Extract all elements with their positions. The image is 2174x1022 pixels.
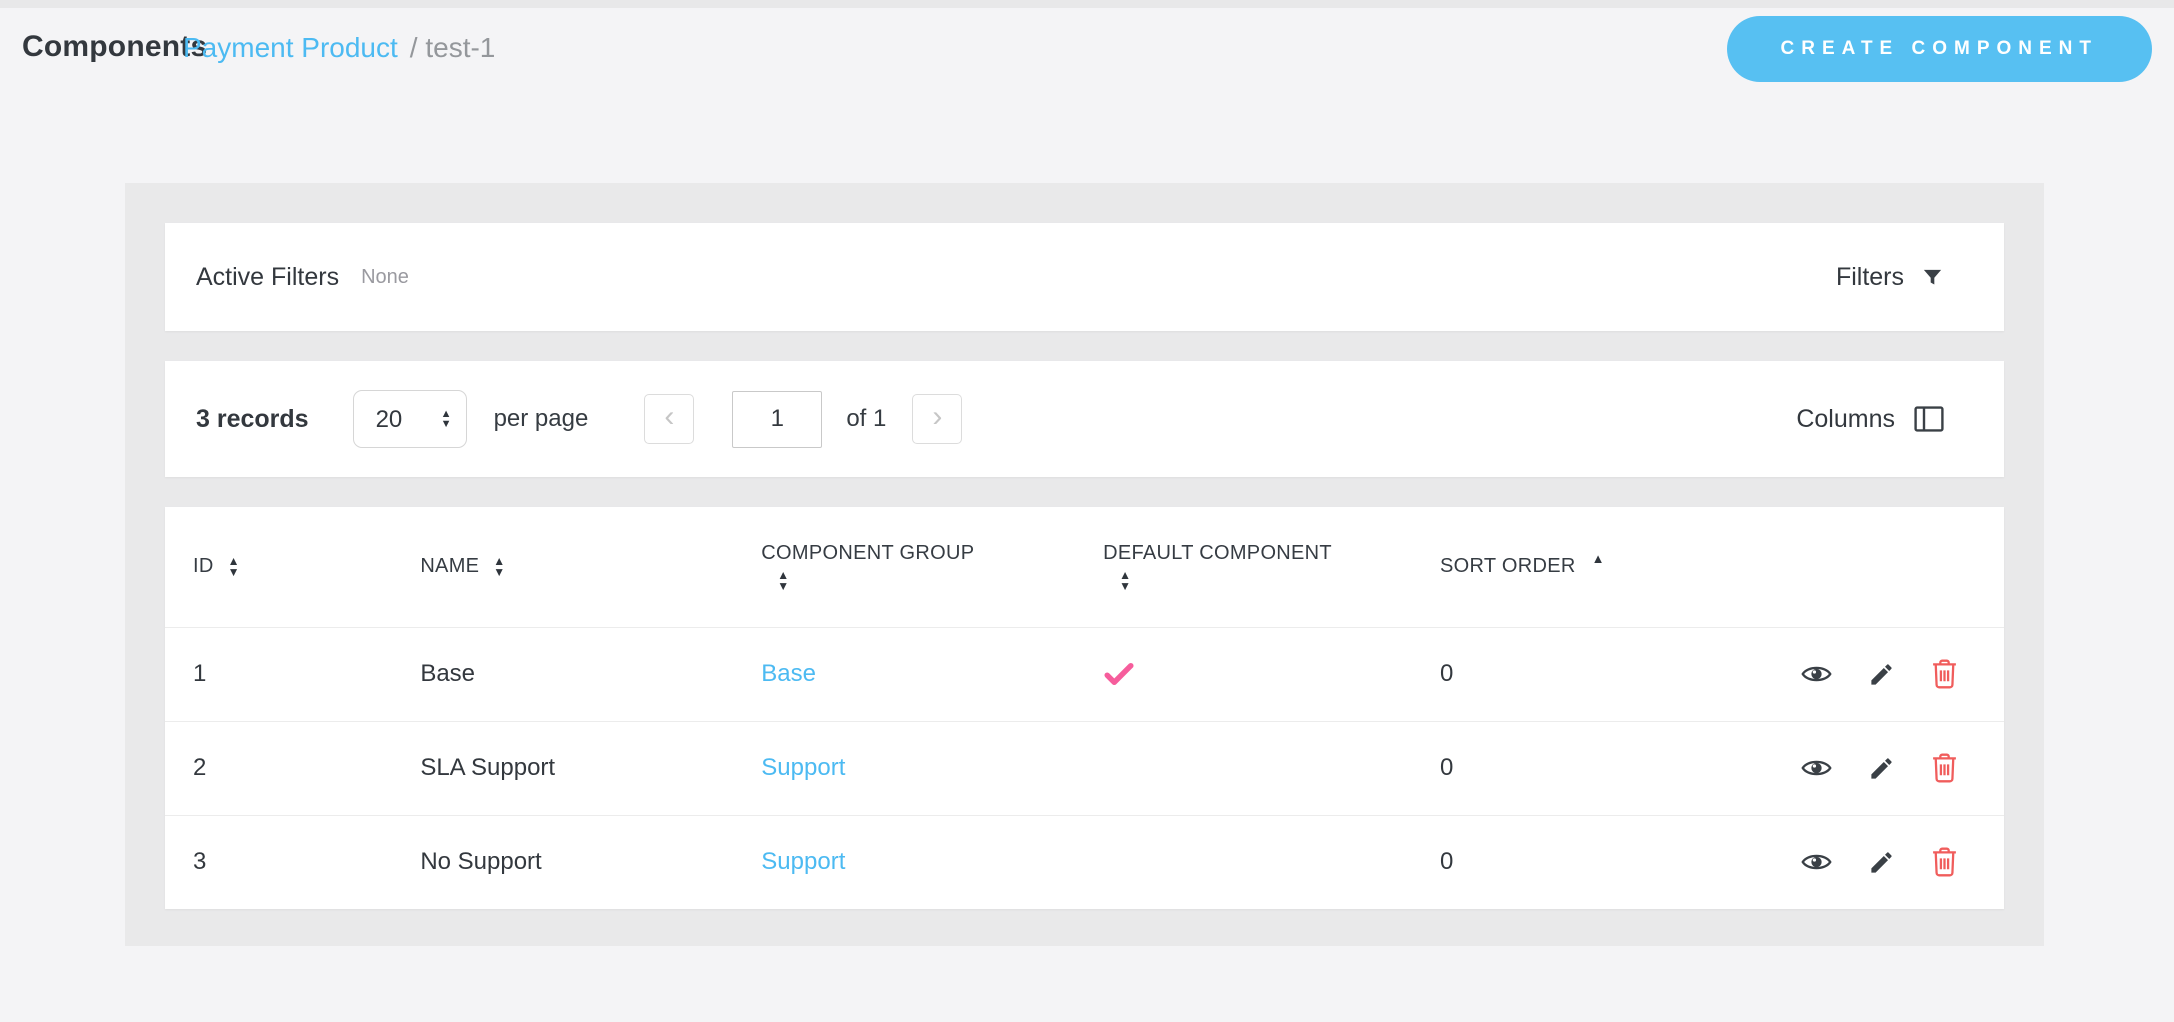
check-icon — [1103, 661, 1412, 687]
column-header-sort-order[interactable]: SORT ORDER▲ — [1412, 507, 1773, 627]
cell-name: Base — [392, 627, 733, 721]
per-page-label: per page — [494, 405, 589, 433]
page-title: Components — [22, 30, 207, 64]
sort-icon: ▲▼ — [1119, 570, 1131, 592]
columns-toggle[interactable]: Columns — [1796, 405, 1944, 434]
delete-trash-icon[interactable] — [1931, 659, 1958, 689]
column-header-id[interactable]: ID ▲▼ — [165, 507, 392, 627]
sort-icon: ▲▼ — [493, 556, 505, 578]
view-eye-icon[interactable] — [1801, 757, 1832, 779]
breadcrumb-current: / test-1 — [410, 32, 496, 63]
table-header-row: ID ▲▼ NAME ▲▼ COMPONENT GROUP ▲▼ — [165, 507, 2004, 627]
components-table: ID ▲▼ NAME ▲▼ COMPONENT GROUP ▲▼ — [165, 507, 2004, 909]
table-row: 1 Base Base 0 — [165, 627, 2004, 721]
cell-component-group: Base — [733, 627, 1075, 721]
columns-icon — [1914, 406, 1944, 432]
cell-name: SLA Support — [392, 721, 733, 815]
active-filters-bar: Active Filters None Filters — [165, 223, 2004, 331]
filter-funnel-icon — [1921, 266, 1944, 289]
column-header-default-component[interactable]: DEFAULT COMPONENT ▲▼ — [1075, 507, 1412, 627]
cell-default-component — [1075, 721, 1412, 815]
cell-component-group: Support — [733, 721, 1075, 815]
view-eye-icon[interactable] — [1801, 663, 1832, 685]
page-of-label: of 1 — [846, 405, 886, 433]
edit-pencil-icon[interactable] — [1868, 849, 1895, 876]
cell-sort-order: 0 — [1412, 721, 1773, 815]
cell-actions — [1773, 721, 2004, 815]
cell-actions — [1773, 815, 2004, 909]
per-page-select[interactable]: 20 — [353, 390, 467, 448]
cell-component-group: Support — [733, 815, 1075, 909]
cell-actions — [1773, 627, 2004, 721]
cell-id: 2 — [165, 721, 392, 815]
cell-sort-order: 0 — [1412, 627, 1773, 721]
edit-pencil-icon[interactable] — [1868, 661, 1895, 688]
breadcrumb: Payment Product / test-1 — [183, 32, 495, 64]
chevron-right-icon: › — [932, 402, 942, 432]
prev-page-button[interactable]: ‹ — [644, 394, 694, 444]
page-input[interactable] — [732, 391, 822, 448]
chevron-left-icon: ‹ — [664, 402, 674, 432]
window-top-strip — [0, 0, 2174, 8]
component-group-link[interactable]: Base — [761, 660, 816, 687]
topbar: Components Payment Product / test-1 CREAT… — [0, 8, 2174, 183]
filters-label: Filters — [1836, 263, 1904, 292]
active-filters-label: Active Filters — [196, 263, 339, 292]
component-group-link[interactable]: Support — [761, 848, 845, 875]
next-page-button[interactable]: › — [912, 394, 962, 444]
filters-toggle[interactable]: Filters — [1836, 263, 1944, 292]
column-header-name[interactable]: NAME ▲▼ — [392, 507, 733, 627]
per-page-select-wrap: 20 ▲ ▼ — [353, 390, 467, 448]
component-group-link[interactable]: Support — [761, 754, 845, 781]
active-filters-value: None — [361, 266, 409, 289]
column-header-component-group[interactable]: COMPONENT GROUP ▲▼ — [733, 507, 1075, 627]
sort-icon: ▲▼ — [228, 556, 240, 578]
columns-label: Columns — [1796, 405, 1895, 434]
delete-trash-icon[interactable] — [1931, 753, 1958, 783]
components-table-card: ID ▲▼ NAME ▲▼ COMPONENT GROUP ▲▼ — [165, 507, 2004, 909]
table-row: 2 SLA Support Support 0 — [165, 721, 2004, 815]
cell-default-component — [1075, 815, 1412, 909]
cell-sort-order: 0 — [1412, 815, 1773, 909]
sort-icon: ▲▼ — [777, 570, 789, 592]
sort-asc-icon: ▲ — [1592, 551, 1605, 566]
cell-default-component — [1075, 627, 1412, 721]
records-count: 3 records — [196, 405, 309, 434]
column-header-actions — [1773, 507, 2004, 627]
cell-id: 3 — [165, 815, 392, 909]
create-component-button[interactable]: CREATE COMPONENT — [1727, 16, 2152, 82]
edit-pencil-icon[interactable] — [1868, 755, 1895, 782]
view-eye-icon[interactable] — [1801, 851, 1832, 873]
breadcrumb-link[interactable]: Payment Product — [183, 32, 398, 63]
content-panel: Active Filters None Filters 3 records 20… — [125, 183, 2044, 946]
pagination-bar: 3 records 20 ▲ ▼ per page ‹ of 1 › Colum… — [165, 361, 2004, 477]
cell-name: No Support — [392, 815, 733, 909]
table-row: 3 No Support Support 0 — [165, 815, 2004, 909]
cell-id: 1 — [165, 627, 392, 721]
delete-trash-icon[interactable] — [1931, 847, 1958, 877]
